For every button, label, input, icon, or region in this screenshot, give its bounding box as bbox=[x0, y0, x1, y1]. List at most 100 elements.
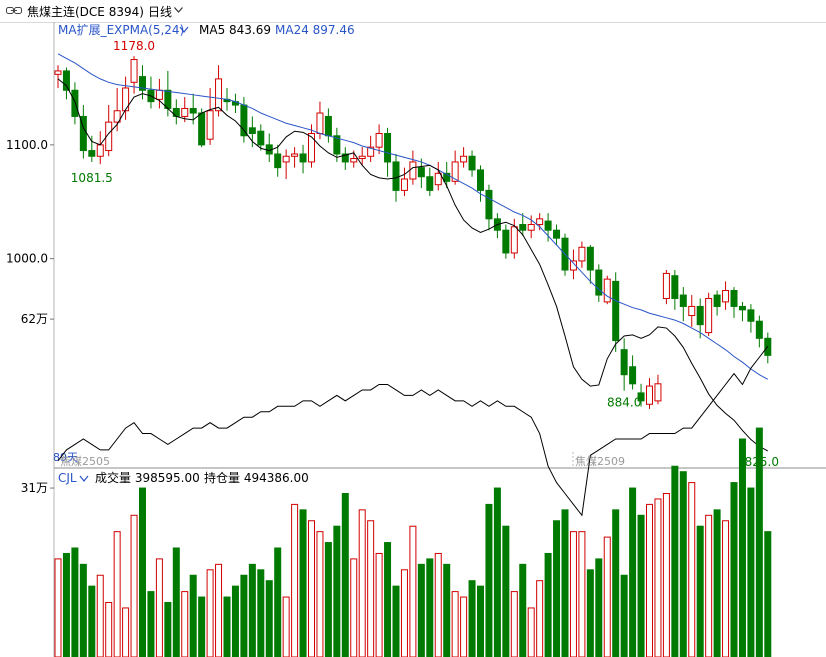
volume-bar bbox=[240, 574, 248, 657]
candle-body bbox=[519, 224, 527, 231]
volume-bar bbox=[350, 558, 358, 657]
volume-bar bbox=[88, 585, 96, 657]
volume-bar bbox=[612, 509, 620, 657]
kline-chart-window: 焦煤主连(DCE 8394) 日线 1100.0 1000.0 MA扩展_EXPMA… bbox=[0, 0, 826, 657]
volume-bar bbox=[265, 580, 273, 657]
volume-bar bbox=[333, 525, 341, 657]
candle-body bbox=[409, 161, 417, 180]
candle-body bbox=[189, 107, 197, 114]
candle-body bbox=[282, 155, 290, 163]
volume-bar bbox=[367, 520, 375, 657]
volume-bar bbox=[358, 509, 366, 657]
volume-bar bbox=[231, 585, 239, 657]
volume-value-label: 成交量 398595.00 bbox=[95, 470, 200, 485]
volume-bar bbox=[561, 509, 569, 657]
candle-body bbox=[536, 218, 544, 226]
volume-bar bbox=[755, 427, 763, 657]
volume-bar bbox=[485, 503, 493, 657]
volume-bar bbox=[536, 580, 544, 657]
candle-body bbox=[316, 112, 324, 134]
volume-bar bbox=[181, 591, 189, 657]
candle-body bbox=[612, 280, 620, 342]
volume-bar bbox=[130, 514, 138, 657]
candle-body bbox=[130, 59, 138, 83]
candle-body bbox=[646, 385, 653, 405]
volume-bar bbox=[502, 525, 510, 657]
open-interest-line bbox=[57, 346, 769, 517]
candle-body bbox=[308, 133, 315, 163]
candle-body bbox=[62, 70, 70, 91]
volume-bar bbox=[679, 471, 687, 657]
candle-body bbox=[181, 107, 189, 117]
volume-bar bbox=[409, 525, 417, 657]
candle-body bbox=[392, 161, 400, 191]
candle-body bbox=[468, 155, 476, 171]
volume-bar bbox=[62, 552, 70, 657]
volume-bar bbox=[519, 563, 527, 657]
volume-bar bbox=[426, 558, 434, 657]
volume-bar bbox=[603, 536, 611, 657]
volume-bar bbox=[629, 487, 637, 657]
volume-bar bbox=[54, 558, 62, 657]
candle-body bbox=[88, 150, 96, 157]
candle-body bbox=[299, 153, 307, 163]
volume-y-tick-label: 31万 bbox=[21, 481, 48, 495]
candle-body bbox=[502, 229, 510, 254]
volume-bar bbox=[586, 569, 594, 657]
contract-2505-label: 焦煤2505 bbox=[60, 455, 110, 468]
volume-bar bbox=[434, 552, 442, 657]
candle-body bbox=[629, 366, 637, 385]
volume-bar bbox=[747, 487, 755, 657]
volume-bar bbox=[722, 520, 730, 657]
volume-bar bbox=[189, 574, 197, 657]
volume-bar bbox=[443, 563, 451, 657]
candle-body bbox=[527, 224, 535, 231]
candle-body bbox=[155, 89, 163, 100]
candle-body bbox=[198, 112, 206, 146]
candle-body bbox=[705, 297, 713, 334]
indicator-name: MA扩展_EXPMA(5,24) bbox=[58, 23, 184, 37]
chevron-down-icon[interactable] bbox=[79, 475, 89, 482]
low-price-label: 884.0 bbox=[607, 396, 641, 410]
candle-body bbox=[350, 158, 358, 163]
volume-bar bbox=[460, 596, 468, 657]
volume-bar bbox=[705, 514, 713, 657]
volume-bar bbox=[569, 531, 577, 657]
volume-bar bbox=[206, 569, 214, 657]
chart-canvas[interactable]: 1100.0 1000.0 MA扩展_EXPMA(5,24) MA5 843.69 MA… bbox=[0, 0, 826, 657]
volume-indicator-name: CJL bbox=[58, 471, 77, 485]
volume-bar bbox=[291, 503, 299, 657]
volume-bar bbox=[662, 493, 670, 657]
open-interest-value-label: 持仓量 494386.00 bbox=[204, 470, 309, 485]
volume-bar bbox=[155, 558, 163, 657]
candle-body bbox=[713, 294, 721, 307]
candle-body bbox=[358, 155, 366, 160]
candle-body bbox=[426, 176, 434, 191]
volume-bar bbox=[324, 542, 332, 657]
volume-bar bbox=[384, 542, 392, 657]
volume-bar bbox=[274, 547, 282, 657]
candle-body bbox=[755, 320, 763, 339]
candle-body bbox=[434, 172, 442, 186]
candle-body bbox=[417, 167, 425, 178]
candle-body bbox=[679, 294, 687, 307]
ma5-value-label: MA5 843.69 bbox=[199, 23, 271, 37]
candle-body bbox=[96, 144, 104, 157]
candle-body bbox=[375, 133, 383, 148]
candle-body bbox=[54, 70, 62, 75]
volume-bar bbox=[477, 585, 484, 657]
low-price-label: 1081.5 bbox=[71, 171, 113, 185]
candle-body bbox=[324, 115, 332, 137]
volume-bar bbox=[316, 531, 324, 657]
candle-body bbox=[384, 133, 392, 163]
candle-body bbox=[586, 246, 594, 271]
candle-body bbox=[730, 290, 738, 307]
contract-2509-label: 焦煤2509 bbox=[575, 455, 625, 468]
volume-bar bbox=[105, 602, 113, 657]
volume-bar bbox=[172, 547, 180, 657]
volume-bar bbox=[696, 525, 704, 657]
candle-body bbox=[747, 309, 755, 322]
volume-bar bbox=[553, 520, 561, 657]
volume-bar bbox=[308, 520, 315, 657]
volume-bar bbox=[257, 569, 265, 657]
